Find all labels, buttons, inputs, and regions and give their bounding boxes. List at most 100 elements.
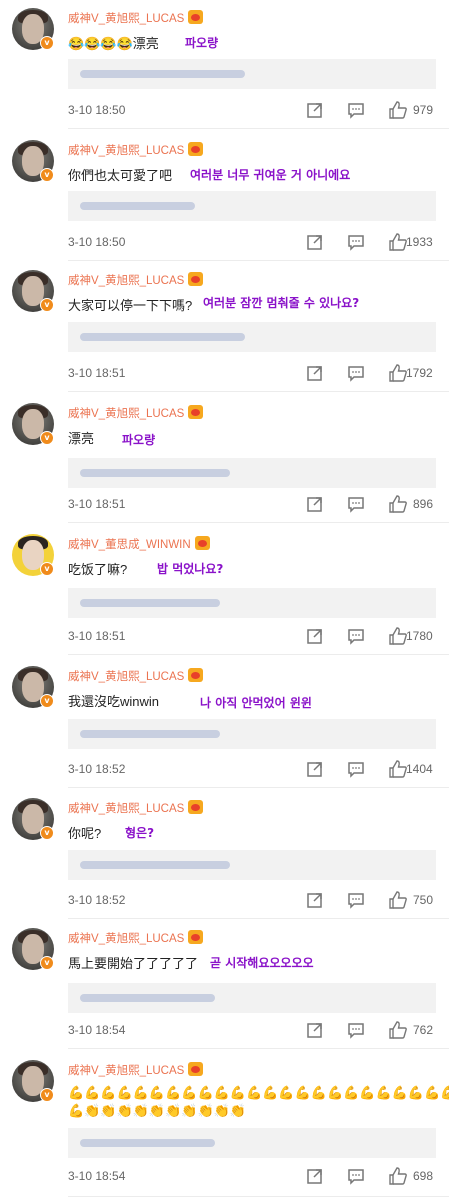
translation-caption: 형은? xyxy=(125,826,155,840)
comment-text-line-2: 💪👏👏👏👏👏👏👏👏👏👏 xyxy=(68,1103,247,1118)
share-icon[interactable] xyxy=(305,494,325,514)
divider xyxy=(68,1196,449,1197)
divider xyxy=(68,787,449,788)
vip-crown-icon xyxy=(188,10,204,24)
comment-actions: 3-10 18:54 698 xyxy=(0,1166,449,1190)
comment-actions: 3-10 18:50 979 xyxy=(0,100,449,124)
blurred-reply-text xyxy=(80,994,215,1002)
comment-actions: 3-10 18:54 762 xyxy=(0,1020,449,1044)
thumbs-up-icon[interactable] xyxy=(388,626,408,646)
username[interactable]: 威神V_黄旭熙_LUCAS xyxy=(68,930,204,946)
username[interactable]: 威神V_黄旭熙_LUCAS xyxy=(68,405,204,421)
username[interactable]: 威神V_黄旭熙_LUCAS xyxy=(68,142,204,158)
replies-preview[interactable] xyxy=(68,191,436,221)
username[interactable]: 威神V_黄旭熙_LUCAS xyxy=(68,800,204,816)
blurred-reply-text xyxy=(80,469,230,477)
replies-preview[interactable] xyxy=(68,719,436,749)
timestamp: 3-10 18:51 xyxy=(68,497,126,511)
username-text[interactable]: 威神V_黄旭熙_LUCAS xyxy=(68,13,184,25)
comment-icon[interactable] xyxy=(346,890,366,910)
comment-text: 吃饭了嘛? xyxy=(68,562,128,577)
replies-preview[interactable] xyxy=(68,983,436,1013)
thumbs-up-icon[interactable] xyxy=(388,494,408,514)
verified-badge-icon: v xyxy=(40,168,54,182)
username[interactable]: 威神V_黄旭熙_LUCAS xyxy=(68,272,204,288)
comment-icon[interactable] xyxy=(346,626,366,646)
translation-caption: 파오량 xyxy=(185,36,219,50)
blurred-reply-text xyxy=(80,70,245,78)
share-icon[interactable] xyxy=(305,626,325,646)
blurred-reply-text xyxy=(80,333,245,341)
share-icon[interactable] xyxy=(305,1166,325,1186)
divider xyxy=(68,654,449,655)
translation-caption: 파오량 xyxy=(122,433,156,447)
blurred-reply-text xyxy=(80,599,220,607)
comment-icon[interactable] xyxy=(346,759,366,779)
like-count: 979 xyxy=(413,103,434,117)
thumbs-up-icon[interactable] xyxy=(388,100,408,120)
comment-icon[interactable] xyxy=(346,1020,366,1040)
comment-icon[interactable] xyxy=(346,494,366,514)
blurred-reply-text xyxy=(80,861,230,869)
comment-text: 馬上要開始了了了了了 xyxy=(68,956,199,971)
username-text[interactable]: 威神V_黄旭熙_LUCAS xyxy=(68,803,184,815)
thumbs-up-icon[interactable] xyxy=(388,890,408,910)
comment-icon[interactable] xyxy=(346,363,366,383)
replies-preview[interactable] xyxy=(68,850,436,880)
comment-text: 你呢? xyxy=(68,826,102,841)
share-icon[interactable] xyxy=(305,890,325,910)
verified-badge-icon: v xyxy=(40,956,54,970)
username[interactable]: 威神V_董思成_WINWIN xyxy=(68,536,210,552)
comment-icon[interactable] xyxy=(346,100,366,120)
verified-badge-icon: v xyxy=(40,298,54,312)
thumbs-up-icon[interactable] xyxy=(388,1020,408,1040)
comment-actions: 3-10 18:50 1933 xyxy=(0,232,449,256)
thumbs-up-icon[interactable] xyxy=(388,759,408,779)
comment-actions: 3-10 18:51 896 xyxy=(0,494,449,518)
thumbs-up-icon[interactable] xyxy=(388,363,408,383)
username[interactable]: 威神V_黄旭熙_LUCAS xyxy=(68,668,204,684)
comment-text: 大家可以停一下下嗎? xyxy=(68,298,193,313)
timestamp: 3-10 18:50 xyxy=(68,235,126,249)
verified-badge-icon: v xyxy=(40,826,54,840)
vip-crown-icon xyxy=(188,272,204,286)
verified-badge-icon: v xyxy=(40,1088,54,1102)
verified-badge-icon: v xyxy=(40,431,54,445)
comment-icon[interactable] xyxy=(346,1166,366,1186)
share-icon[interactable] xyxy=(305,759,325,779)
like-count: 1780 xyxy=(406,629,433,643)
username-text[interactable]: 威神V_黄旭熙_LUCAS xyxy=(68,145,184,157)
timestamp: 3-10 18:51 xyxy=(68,629,126,643)
username-text[interactable]: 威神V_董思成_WINWIN xyxy=(68,539,191,551)
replies-preview[interactable] xyxy=(68,588,436,618)
timestamp: 3-10 18:51 xyxy=(68,366,126,380)
replies-preview[interactable] xyxy=(68,59,436,89)
replies-preview[interactable] xyxy=(68,1128,436,1158)
translation-caption: 여러분 너무 귀여운 거 아니에요 xyxy=(190,168,351,182)
thumbs-up-icon[interactable] xyxy=(388,1166,408,1186)
comment-icon[interactable] xyxy=(346,232,366,252)
timestamp: 3-10 18:52 xyxy=(68,893,126,907)
share-icon[interactable] xyxy=(305,232,325,252)
share-icon[interactable] xyxy=(305,100,325,120)
blurred-reply-text xyxy=(80,202,195,210)
username-text[interactable]: 威神V_黄旭熙_LUCAS xyxy=(68,275,184,287)
username[interactable]: 威神V_黄旭熙_LUCAS xyxy=(68,10,204,26)
share-icon[interactable] xyxy=(305,363,325,383)
username[interactable]: 威神V_黄旭熙_LUCAS xyxy=(68,1062,204,1078)
thumbs-up-icon[interactable] xyxy=(388,232,408,252)
translation-caption: 여러분 잠깐 멈춰줄 수 있나요? xyxy=(203,296,360,310)
username-text[interactable]: 威神V_黄旭熙_LUCAS xyxy=(68,408,184,420)
username-text[interactable]: 威神V_黄旭熙_LUCAS xyxy=(68,671,184,683)
share-icon[interactable] xyxy=(305,1020,325,1040)
replies-preview[interactable] xyxy=(68,458,436,488)
username-text[interactable]: 威神V_黄旭熙_LUCAS xyxy=(68,933,184,945)
blurred-reply-text xyxy=(80,1139,215,1147)
username-text[interactable]: 威神V_黄旭熙_LUCAS xyxy=(68,1065,184,1077)
vip-crown-icon xyxy=(188,930,204,944)
comment-actions: 3-10 18:51 1780 xyxy=(0,626,449,650)
timestamp: 3-10 18:54 xyxy=(68,1169,126,1183)
replies-preview[interactable] xyxy=(68,322,436,352)
vip-crown-icon xyxy=(188,405,204,419)
verified-badge-icon: v xyxy=(40,562,54,576)
